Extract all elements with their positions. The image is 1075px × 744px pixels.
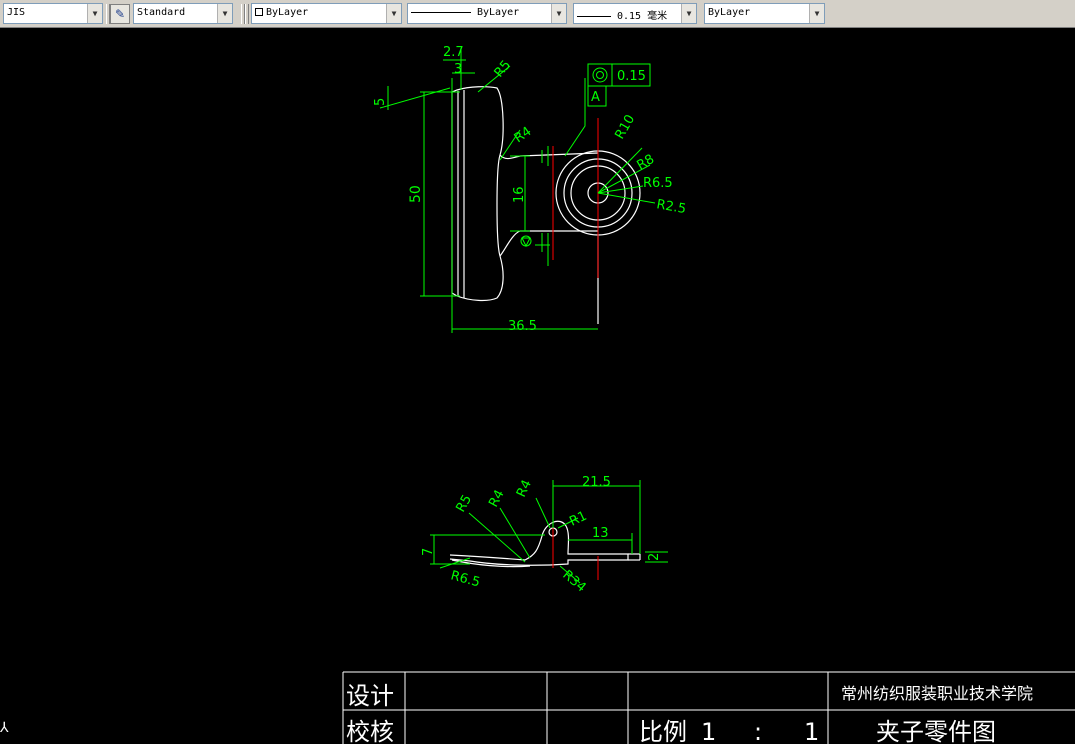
dim-r6-5-side: R6.5 [449, 568, 482, 590]
dimension-style-icon[interactable]: ✎ [110, 4, 130, 24]
dim-36-5: 36.5 [508, 319, 537, 334]
dim-r4-side-a: R4 [514, 478, 535, 500]
dim-r34: R34 [559, 568, 588, 596]
dimension-style-combo[interactable]: Standard ▼ [133, 3, 233, 24]
linetype-value: ByLayer [477, 7, 520, 18]
neck-bottom [499, 230, 598, 257]
scale-right: 1 [804, 718, 819, 744]
dim-21-5: 21.5 [582, 475, 611, 490]
color-value: ByLayer [266, 7, 309, 18]
design-label: 设计 [346, 682, 394, 710]
scale-separator: : [754, 718, 762, 744]
text-style-combo[interactable]: JIS ▼ [3, 3, 103, 24]
lineweight-combo[interactable]: 0.15 毫米 ▼ [573, 3, 697, 24]
dim-3: 3 [454, 62, 462, 77]
drawing-title: 夹子零件图 [876, 718, 996, 744]
dim-7: 7 [421, 548, 436, 556]
dim-r10: R10 [612, 112, 638, 142]
dimension-style-value: Standard [137, 7, 186, 18]
text-style-value: JIS [7, 7, 26, 18]
dim-5: 5 [373, 98, 388, 106]
drawing-canvas[interactable]: 2.7 3 R5 5 50 R4 16 36.5 R10 R8 R6.5 R2.… [0, 28, 1075, 744]
dim-r6-5: R6.5 [643, 176, 673, 191]
chevron-down-icon[interactable]: ▼ [87, 4, 102, 23]
linetype-sample-icon [411, 11, 471, 13]
scale-left: 1 [701, 718, 716, 744]
school-name: 常州纺织服装职业技术学院 [841, 684, 1033, 703]
plot-style-combo[interactable]: ByLayer ▼ [704, 3, 825, 24]
dim-r2-5: R2.5 [655, 197, 687, 217]
lineweight-sample-icon [577, 15, 611, 17]
plot-style-value: ByLayer [708, 7, 751, 18]
color-swatch-icon [255, 8, 263, 16]
side-view [449, 520, 641, 568]
chevron-down-icon[interactable]: ▼ [386, 4, 401, 23]
chevron-down-icon[interactable]: ▼ [551, 4, 566, 23]
dim-2-7: 2.7 [443, 45, 464, 60]
chevron-down-icon[interactable]: ▼ [217, 4, 232, 23]
grip-outline [451, 86, 504, 302]
toolbar-grip[interactable] [245, 4, 249, 24]
dim-50: 50 [408, 185, 424, 203]
dim-13: 13 [592, 526, 609, 541]
chevron-down-icon[interactable]: ▼ [809, 4, 824, 23]
scale-label: 比例 [639, 718, 687, 744]
top-view [451, 86, 641, 324]
dim-16: 16 [512, 186, 527, 203]
tolerance-value: 0.15 [617, 69, 646, 84]
centerlines [552, 118, 599, 278]
dim-r5-side: R5 [453, 493, 475, 515]
lineweight-value: 0.15 毫米 [617, 11, 668, 22]
color-combo[interactable]: ByLayer ▼ [251, 3, 402, 24]
dim-r4-side-b: R4 [486, 488, 507, 510]
cursor-mark: ⅄ [0, 720, 9, 736]
chevron-down-icon[interactable]: ▼ [681, 4, 696, 23]
dim-r1: R1 [567, 509, 589, 530]
datum-label: A [591, 90, 600, 105]
dim-r5-top: R5 [492, 58, 515, 81]
linetype-combo[interactable]: ByLayer ▼ [407, 3, 567, 24]
properties-toolbar: JIS ▼ ✎ Standard ▼ ByLayer ▼ ByLayer ▼ 0… [0, 0, 1075, 28]
dim-r8: R8 [635, 152, 657, 174]
review-label: 校核 [346, 718, 394, 744]
dim-2: 2 [647, 553, 662, 561]
dim-r4-top: R4 [512, 124, 535, 146]
